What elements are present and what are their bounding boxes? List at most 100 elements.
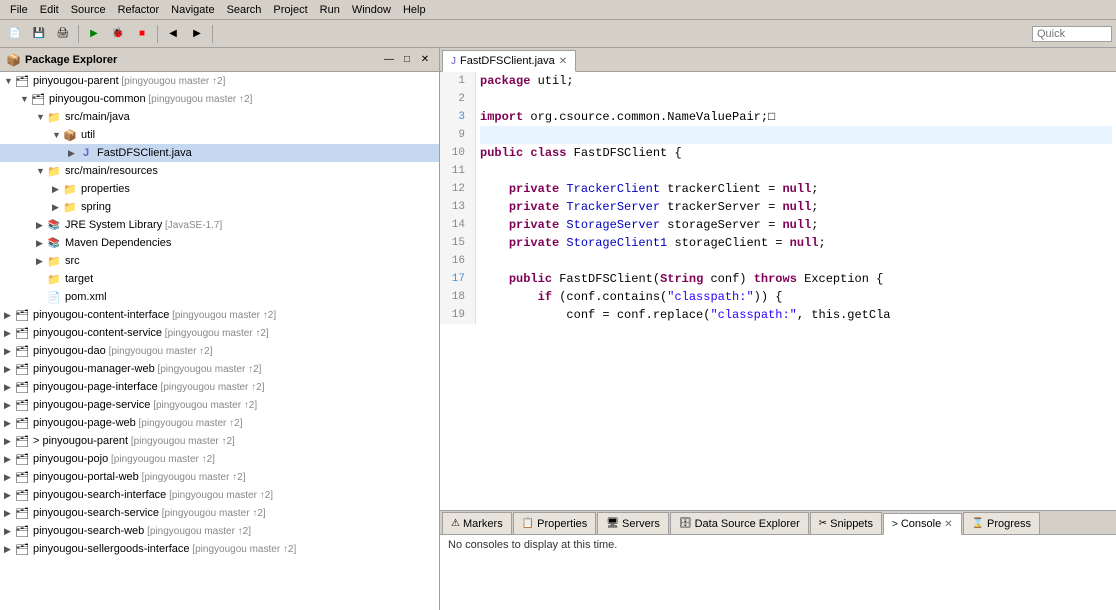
tree-item-pinyougou-search-web[interactable]: ▶🗂pinyougou-search-web [pingyougou maste… <box>0 522 439 540</box>
tree-arrow-pinyougou-content-interface[interactable]: ▶ <box>4 310 14 321</box>
bottom-tab-progress[interactable]: ⌛Progress <box>963 512 1040 534</box>
tree-arrow-src-main-java[interactable]: ▼ <box>36 112 46 122</box>
tree-arrow-util-pkg[interactable]: ▼ <box>52 130 62 140</box>
bottom-panel: ⚠Markers📋Properties🖥Servers🗄Data Source … <box>440 510 1116 610</box>
tree-item-pinyougou-dao[interactable]: ▶🗂pinyougou-dao [pingyougou master ↑2] <box>0 342 439 360</box>
tree-item-pinyougou-search-service[interactable]: ▶🗂pinyougou-search-service [pingyougou m… <box>0 504 439 522</box>
tree-arrow-pinyougou-content-service[interactable]: ▶ <box>4 328 14 339</box>
package-explorer-tree[interactable]: ▼🗂pinyougou-parent [pingyougou master ↑2… <box>0 72 439 610</box>
tree-arrow-jre[interactable]: ▶ <box>36 220 46 231</box>
tree-item-maven-dep[interactable]: ▶📚Maven Dependencies <box>0 234 439 252</box>
tree-item-src-main-java[interactable]: ▼📁src/main/java <box>0 108 439 126</box>
tree-item-pinyougou-portal-web[interactable]: ▶🗂pinyougou-portal-web [pingyougou maste… <box>0 468 439 486</box>
tree-arrow-pinyougou-dao[interactable]: ▶ <box>4 346 14 357</box>
toolbar-run-btn[interactable]: ▶ <box>83 23 105 45</box>
tree-arrow-src-main-resources[interactable]: ▼ <box>36 166 46 176</box>
line-num-3: 3 <box>444 108 469 126</box>
tree-arrow-pinyougou-page-service[interactable]: ▶ <box>4 400 14 411</box>
tree-item-pom-xml[interactable]: 📄pom.xml <box>0 288 439 306</box>
tree-item-src-main-resources[interactable]: ▼📁src/main/resources <box>0 162 439 180</box>
editor-tab-close[interactable]: ✕ <box>559 56 567 67</box>
tree-label-properties: properties <box>81 183 130 195</box>
code-token: storageServer = <box>667 218 782 232</box>
code-token: StorageClient1 <box>566 236 674 250</box>
tree-label-pinyougou-page-interface: pinyougou-page-interface [pingyougou mas… <box>33 381 265 393</box>
tree-arrow-spring[interactable]: ▶ <box>52 202 62 213</box>
tree-arrow-pinyougou-manager-web[interactable]: ▶ <box>4 364 14 375</box>
minimize-btn[interactable]: — <box>381 52 397 68</box>
tree-icon-pinyougou-parent2: 🗂 <box>14 433 30 449</box>
bottom-tab-properties[interactable]: 📋Properties <box>513 512 597 534</box>
tree-arrow-pinyougou-page-web[interactable]: ▶ <box>4 418 14 429</box>
code-line-9 <box>480 126 1112 144</box>
tree-arrow-pinyougou-portal-web[interactable]: ▶ <box>4 472 14 483</box>
close-btn[interactable]: ✕ <box>417 52 433 68</box>
tree-item-pinyougou-content-service[interactable]: ▶🗂pinyougou-content-service [pingyougou … <box>0 324 439 342</box>
code-area[interactable]: package util; import org.csource.common.… <box>476 72 1116 324</box>
tree-arrow-properties[interactable]: ▶ <box>52 184 62 195</box>
tree-arrow-pinyougou-search-service[interactable]: ▶ <box>4 508 14 519</box>
editor-tab-fastdfsclient[interactable]: J FastDFSClient.java ✕ <box>442 50 576 72</box>
tree-item-src[interactable]: ▶📁src <box>0 252 439 270</box>
bottom-tab-close[interactable]: ✕ <box>944 519 952 530</box>
toolbar-back-btn[interactable]: ◀ <box>162 23 184 45</box>
toolbar-stop-btn[interactable]: ■ <box>131 23 153 45</box>
menu-edit[interactable]: Edit <box>34 4 65 16</box>
toolbar-fwd-btn[interactable]: ▶ <box>186 23 208 45</box>
menu-source[interactable]: Source <box>65 4 112 16</box>
tree-arrow-pinyougou-search-web[interactable]: ▶ <box>4 526 14 537</box>
menu-project[interactable]: Project <box>267 4 313 16</box>
menu-navigate[interactable]: Navigate <box>165 4 220 16</box>
tree-arrow-maven-dep[interactable]: ▶ <box>36 238 46 249</box>
tree-item-pinyougou-common[interactable]: ▼🗂pinyougou-common [pingyougou master ↑2… <box>0 90 439 108</box>
toolbar-save-btn[interactable]: 💾 <box>28 23 50 45</box>
menu-search[interactable]: Search <box>221 4 268 16</box>
tree-item-pinyougou-parent[interactable]: ▼🗂pinyougou-parent [pingyougou master ↑2… <box>0 72 439 90</box>
tree-arrow-FastDFSClient[interactable]: ▶ <box>68 148 78 159</box>
tree-item-pinyougou-sellergoods-interface[interactable]: ▶🗂pinyougou-sellergoods-interface [pingy… <box>0 540 439 558</box>
menu-refactor[interactable]: Refactor <box>112 4 166 16</box>
tree-item-spring[interactable]: ▶📁spring <box>0 198 439 216</box>
tree-item-FastDFSClient[interactable]: ▶JFastDFSClient.java <box>0 144 439 162</box>
tree-item-pinyougou-pojo[interactable]: ▶🗂pinyougou-pojo [pingyougou master ↑2] <box>0 450 439 468</box>
tree-item-pinyougou-page-service[interactable]: ▶🗂pinyougou-page-service [pingyougou mas… <box>0 396 439 414</box>
editor-content[interactable]: 123910111213141516171819package util; im… <box>440 72 1116 510</box>
tree-item-pinyougou-page-interface[interactable]: ▶🗂pinyougou-page-interface [pingyougou m… <box>0 378 439 396</box>
bottom-tab-console[interactable]: >Console✕ <box>883 513 962 535</box>
tree-item-jre[interactable]: ▶📚JRE System Library [JavaSE-1.7] <box>0 216 439 234</box>
bottom-tab-data-source-explorer[interactable]: 🗄Data Source Explorer <box>670 512 809 534</box>
tree-git-pinyougou-content-service: [pingyougou master ↑2] <box>162 328 269 339</box>
bottom-tab-servers[interactable]: 🖥Servers <box>597 512 669 534</box>
tree-item-pinyougou-manager-web[interactable]: ▶🗂pinyougou-manager-web [pingyougou mast… <box>0 360 439 378</box>
tree-arrow-pinyougou-sellergoods-interface[interactable]: ▶ <box>4 544 14 555</box>
tree-item-util-pkg[interactable]: ▼📦util <box>0 126 439 144</box>
tree-arrow-pinyougou-parent2[interactable]: ▶ <box>4 436 14 447</box>
tree-item-pinyougou-page-web[interactable]: ▶🗂pinyougou-page-web [pingyougou master … <box>0 414 439 432</box>
tree-item-pinyougou-parent2[interactable]: ▶🗂> pinyougou-parent [pingyougou master … <box>0 432 439 450</box>
bottom-tab-markers[interactable]: ⚠Markers <box>442 512 512 534</box>
tree-icon-pinyougou-page-service: 🗂 <box>14 397 30 413</box>
tree-item-properties[interactable]: ▶📁properties <box>0 180 439 198</box>
tree-arrow-pinyougou-parent[interactable]: ▼ <box>4 76 14 86</box>
tree-item-pinyougou-content-interface[interactable]: ▶🗂pinyougou-content-interface [pingyougo… <box>0 306 439 324</box>
tree-label-pinyougou-search-web: pinyougou-search-web [pingyougou master … <box>33 525 251 537</box>
menu-run[interactable]: Run <box>314 4 346 16</box>
toolbar-search-input[interactable] <box>1032 26 1112 42</box>
tree-arrow-pinyougou-page-interface[interactable]: ▶ <box>4 382 14 393</box>
tree-arrow-pinyougou-pojo[interactable]: ▶ <box>4 454 14 465</box>
toolbar-new-btn[interactable]: 📄 <box>4 23 26 45</box>
bottom-tab-snippets[interactable]: ✂Snippets <box>810 512 882 534</box>
tree-item-pinyougou-search-interface[interactable]: ▶🗂pinyougou-search-interface [pingyougou… <box>0 486 439 504</box>
tree-icon-src-main-resources: 📁 <box>46 163 62 179</box>
tree-arrow-src[interactable]: ▶ <box>36 256 46 267</box>
tree-arrow-pinyougou-common[interactable]: ▼ <box>20 94 30 104</box>
menu-window[interactable]: Window <box>346 4 397 16</box>
toolbar-print-btn[interactable]: 🖨 <box>52 23 74 45</box>
tree-arrow-pinyougou-search-interface[interactable]: ▶ <box>4 490 14 501</box>
tree-item-target[interactable]: 📁target <box>0 270 439 288</box>
menu-help[interactable]: Help <box>397 4 432 16</box>
code-line-13: private TrackerServer trackerServer = nu… <box>480 198 1112 216</box>
menu-file[interactable]: File <box>4 4 34 16</box>
toolbar-debug-btn[interactable]: 🐞 <box>107 23 129 45</box>
maximize-btn[interactable]: □ <box>399 52 415 68</box>
